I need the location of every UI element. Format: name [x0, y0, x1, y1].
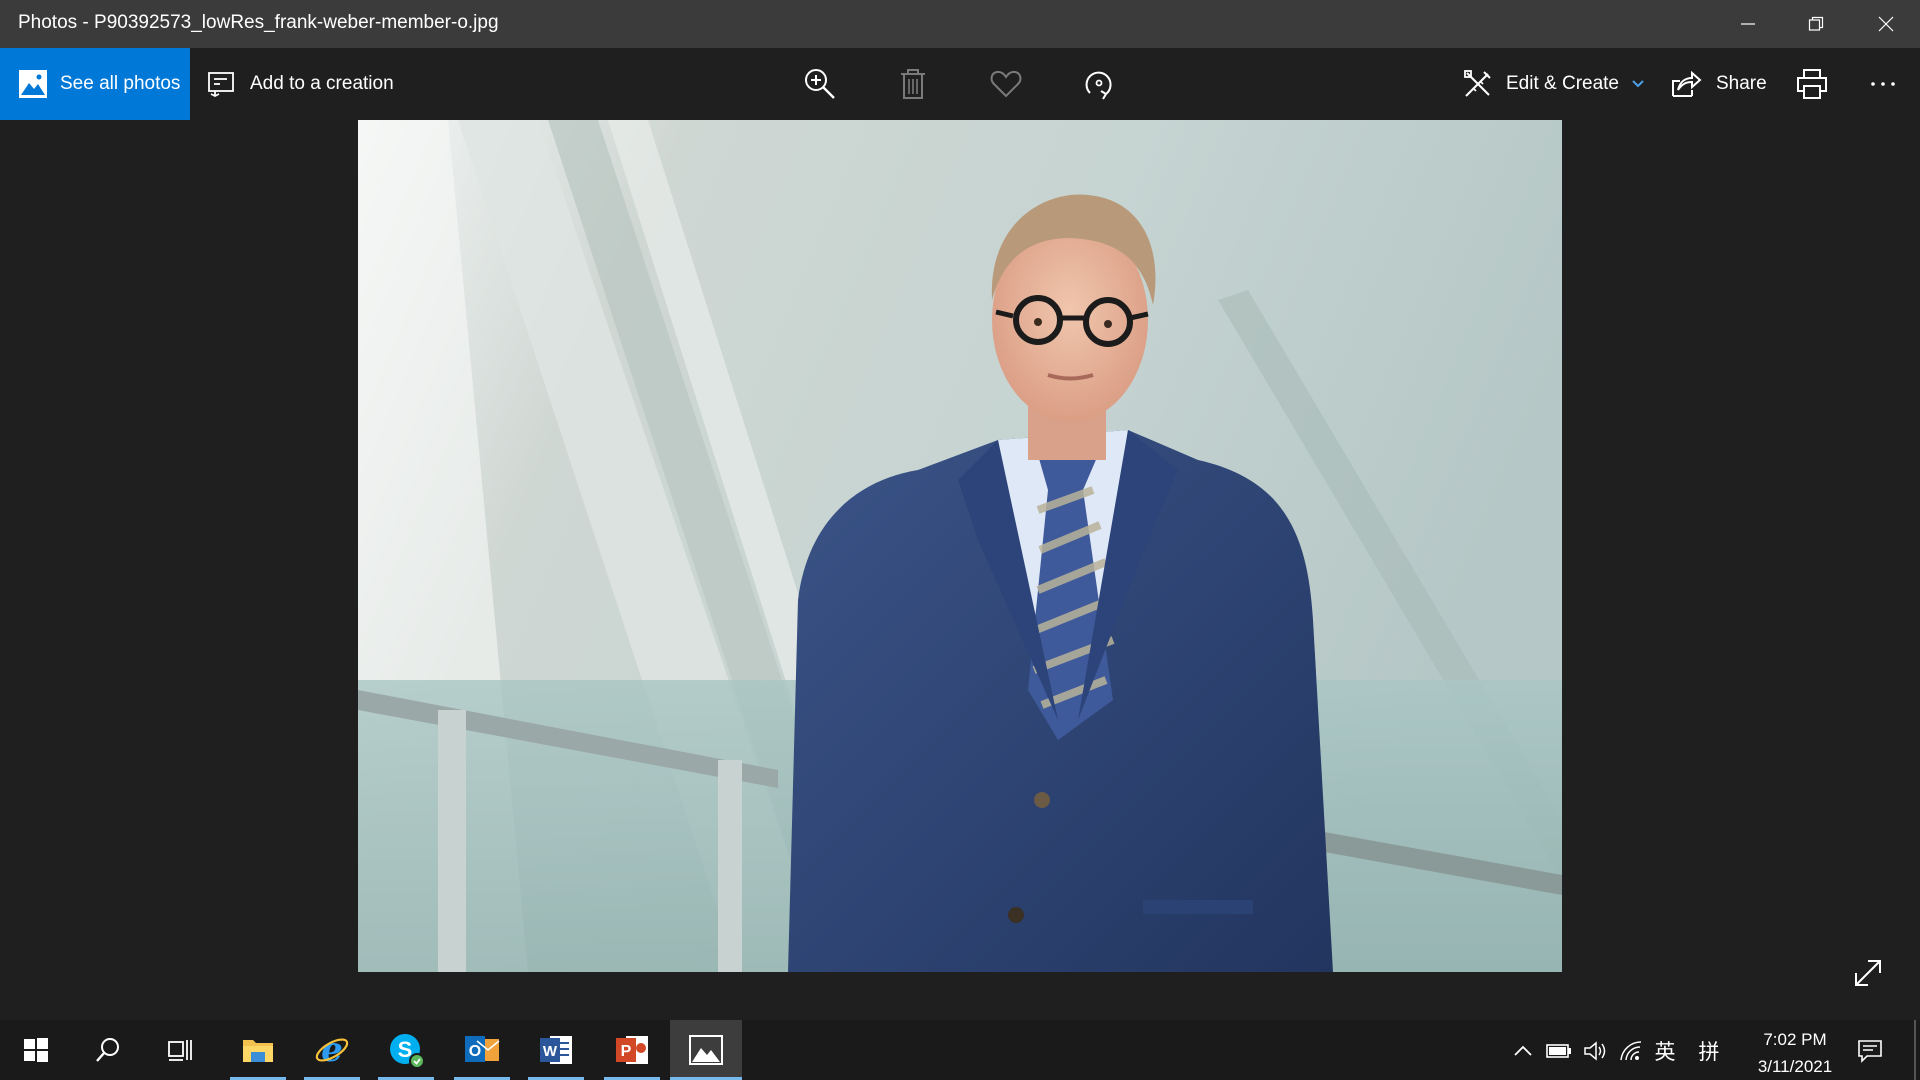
rotate-button[interactable]	[1081, 66, 1117, 102]
outlook-icon: O	[465, 1036, 500, 1062]
heart-icon	[990, 70, 1022, 98]
print-button[interactable]	[1794, 66, 1830, 102]
close-button[interactable]	[1852, 0, 1920, 48]
action-center-button[interactable]	[1857, 1038, 1883, 1064]
zoom-in-button[interactable]	[802, 66, 838, 102]
more-button[interactable]	[1865, 66, 1901, 102]
taskbar-internet-explorer[interactable]: e	[300, 1020, 364, 1080]
clock[interactable]: 7:02 PM 3/11/2021	[1740, 1026, 1850, 1080]
delete-icon	[901, 69, 925, 99]
edit-create-icon	[1464, 70, 1491, 97]
close-icon	[1878, 16, 1894, 32]
share-icon	[1672, 70, 1702, 97]
battery-button[interactable]	[1546, 1038, 1572, 1064]
photo-viewer-image[interactable]	[358, 120, 1562, 972]
add-to-creation-button[interactable]: Add to a creation	[206, 48, 394, 120]
battery-icon	[1546, 1044, 1571, 1058]
taskbar: e S O W P 英 拼 7:02 PM 3/11/2021	[0, 1020, 1920, 1080]
photo-icon	[19, 70, 47, 98]
volume-button[interactable]	[1582, 1038, 1608, 1064]
minimize-icon	[1741, 23, 1755, 25]
notification-icon	[1858, 1040, 1882, 1063]
see-all-photos-label: See all photos	[60, 73, 181, 94]
edit-create-label: Edit & Create	[1506, 73, 1619, 94]
restore-icon	[1808, 16, 1824, 31]
restore-button[interactable]	[1782, 0, 1850, 48]
more-icon	[1871, 82, 1895, 86]
print-icon	[1797, 69, 1827, 99]
network-button[interactable]	[1618, 1038, 1644, 1064]
see-all-photos-button[interactable]: See all photos	[0, 48, 190, 120]
powerpoint-icon: P	[616, 1036, 648, 1064]
taskbar-word[interactable]: W	[524, 1020, 588, 1080]
ime-indicator[interactable]: 拼	[1696, 1038, 1722, 1064]
folder-icon	[243, 1040, 273, 1062]
svg-text:P: P	[621, 1043, 632, 1060]
word-icon: W	[540, 1036, 572, 1064]
show-hidden-icons-button[interactable]	[1510, 1038, 1536, 1064]
task-view-icon	[168, 1040, 192, 1061]
zoom-in-icon	[805, 69, 835, 99]
skype-icon: S	[390, 1034, 425, 1069]
search-icon	[96, 1038, 119, 1062]
clock-date: 3/11/2021	[1757, 1057, 1833, 1076]
photos-icon	[689, 1035, 723, 1065]
share-button[interactable]: Share	[1670, 48, 1767, 120]
task-view-button[interactable]	[148, 1020, 212, 1080]
taskbar-photos[interactable]	[670, 1020, 742, 1080]
add-to-creation-label: Add to a creation	[250, 73, 394, 94]
chevron-down-icon	[1632, 80, 1644, 88]
favorite-button[interactable]	[988, 66, 1024, 102]
svg-text:e: e	[321, 1032, 343, 1068]
window-title: Photos - P90392573_lowRes_frank-weber-me…	[18, 12, 499, 33]
language-indicator[interactable]: 英	[1652, 1038, 1678, 1064]
creation-icon	[208, 72, 234, 98]
edit-create-button[interactable]: Edit & Create	[1462, 48, 1645, 120]
taskbar-powerpoint[interactable]: P	[600, 1020, 664, 1080]
toolbar: See all photos Add to a creation Edit & …	[0, 48, 1920, 120]
start-button[interactable]	[4, 1020, 68, 1080]
search-button[interactable]	[76, 1020, 140, 1080]
delete-button[interactable]	[895, 66, 931, 102]
rotate-icon	[1085, 71, 1112, 100]
svg-text:O: O	[469, 1043, 481, 1060]
share-label: Share	[1716, 73, 1767, 94]
expand-icon	[1855, 960, 1881, 986]
wifi-icon	[1620, 1041, 1642, 1061]
windows-icon	[24, 1038, 48, 1062]
minimize-button[interactable]	[1714, 0, 1782, 48]
clock-time: 7:02 PM	[1763, 1030, 1827, 1049]
internet-explorer-icon: e	[315, 1032, 349, 1068]
title-bar: Photos - P90392573_lowRes_frank-weber-me…	[0, 0, 1920, 48]
show-desktop-button[interactable]	[1914, 1020, 1916, 1080]
volume-icon	[1584, 1041, 1606, 1061]
fullscreen-button[interactable]	[1850, 955, 1886, 991]
taskbar-skype[interactable]: S	[374, 1020, 438, 1080]
portrait-photo	[358, 120, 1562, 972]
taskbar-outlook[interactable]: O	[450, 1020, 514, 1080]
chevron-up-icon	[1514, 1045, 1532, 1056]
svg-text:W: W	[543, 1043, 558, 1060]
taskbar-file-explorer[interactable]	[226, 1020, 290, 1080]
